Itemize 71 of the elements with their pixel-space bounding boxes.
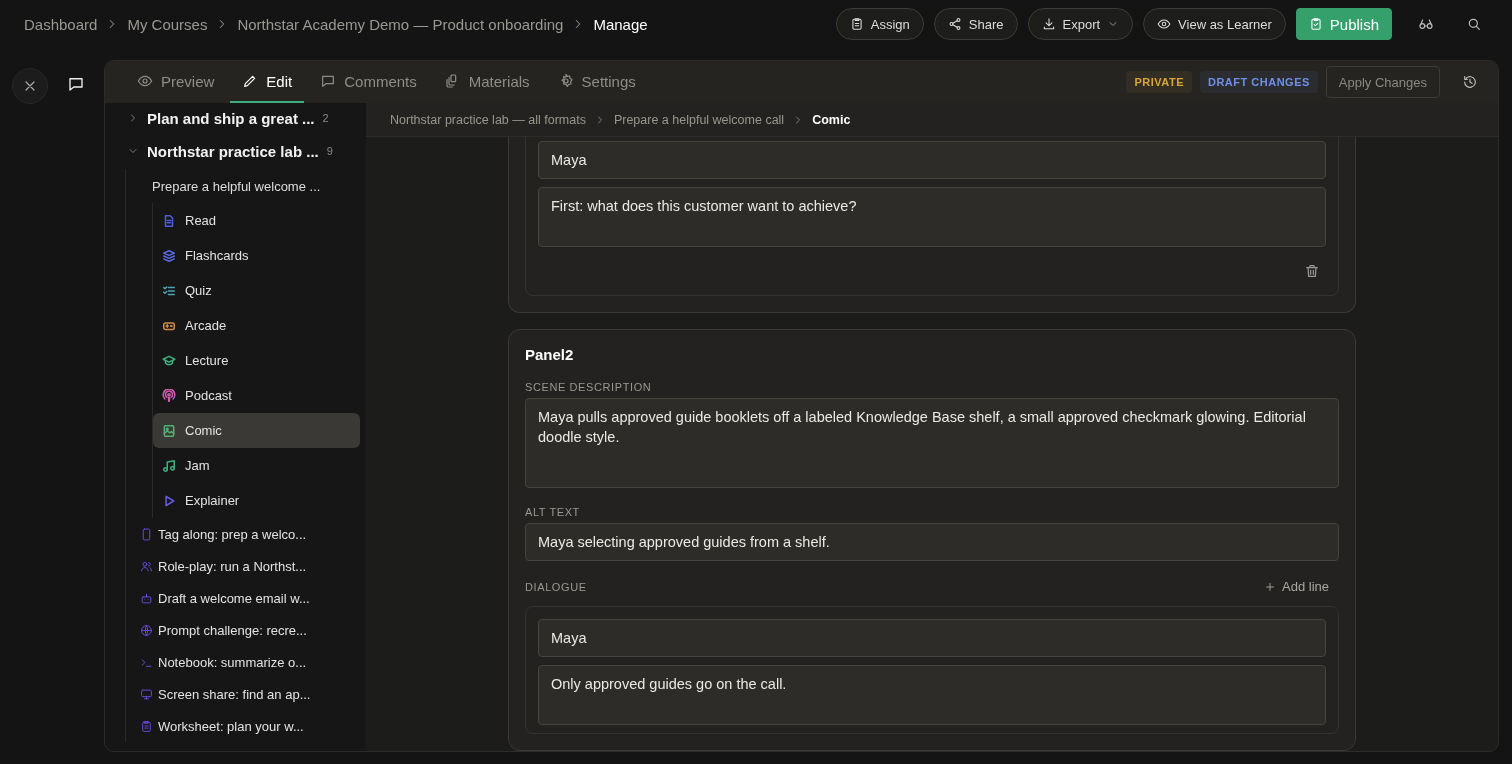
format-item[interactable]: Podcast <box>153 378 360 413</box>
breadcrumb-link[interactable]: My Courses <box>127 15 208 33</box>
format-item[interactable]: Read <box>153 203 360 238</box>
speech-bubble-icon <box>320 73 337 89</box>
item-count: 9 <box>326 145 333 157</box>
globe-icon <box>140 623 153 637</box>
format-item[interactable]: Flashcards <box>153 238 360 273</box>
clipboard-icon <box>140 719 153 733</box>
breadcrumb-link[interactable]: Prepare a helpful welcome call <box>613 112 785 127</box>
lesson-item[interactable]: Prepare a helpful welcome ... <box>140 169 360 203</box>
breadcrumb-link[interactable]: Comic <box>812 112 851 127</box>
tab[interactable]: Materials <box>432 61 542 103</box>
speaker-field[interactable]: Maya <box>538 619 1326 657</box>
tab[interactable]: Settings <box>545 61 648 103</box>
eye-icon <box>137 73 153 89</box>
share-icon <box>947 17 962 31</box>
share-button[interactable]: Share <box>933 8 1018 40</box>
speech-bubble-icon <box>67 75 85 93</box>
plus-icon <box>1264 580 1276 593</box>
breadcrumb-link[interactable]: Dashboard <box>24 15 98 33</box>
close-button[interactable] <box>12 68 48 104</box>
panel-title: Panel2 <box>525 346 575 363</box>
item-count: 2 <box>322 112 329 124</box>
format-item[interactable]: Lecture <box>153 343 360 378</box>
breadcrumb-link[interactable]: Manage <box>593 15 648 33</box>
activity-item[interactable]: Notebook: summarize o... <box>140 646 360 678</box>
robot-icon <box>140 591 153 605</box>
clipboard-check-icon <box>1308 17 1323 31</box>
search-icon <box>1466 16 1482 32</box>
view-button[interactable]: View as Learner <box>1143 8 1286 40</box>
format-item[interactable]: Comic <box>153 413 360 448</box>
activity-item[interactable]: Worksheet: plan your w... <box>140 710 360 742</box>
phone-icon <box>140 527 153 541</box>
text-area[interactable]: Maya pulls approved guide booklets off a labeled Knowledge Base shelf, a small approved checkmark glowing. Editorial doodle style. <box>525 398 1339 488</box>
breadcrumb-link[interactable]: Northstar Academy Demo — Product onboarding <box>237 15 564 33</box>
format-item[interactable]: Quiz <box>153 273 360 308</box>
glasses-icon <box>1418 16 1434 32</box>
section-title: Plan and ship a great ... <box>147 109 315 127</box>
add-line-button[interactable]: Add line <box>1254 579 1339 594</box>
assign-button[interactable]: Assign <box>835 8 924 40</box>
field-label: SCENE DESCRIPTION <box>525 381 653 393</box>
status-badge: DRAFT CHANGES <box>1200 71 1318 93</box>
activity-item[interactable]: Draft a welcome email w... <box>140 582 360 614</box>
format-item[interactable]: Arcade <box>153 308 360 343</box>
eye-icon <box>1157 17 1172 31</box>
breadcrumb-link[interactable]: Northstar practice lab — all formats <box>390 112 586 127</box>
download-icon <box>1041 17 1056 31</box>
format-item[interactable]: Jam <box>153 448 360 483</box>
people-icon <box>140 559 153 573</box>
tab[interactable]: Comments <box>308 61 429 103</box>
field-label: DIALOGUE <box>525 580 587 593</box>
field-label: ALT TEXT <box>525 506 581 518</box>
section-title: Northstar practice lab ... <box>147 142 319 160</box>
trash-icon <box>1304 263 1320 279</box>
activity-item[interactable]: Prompt challenge: recre... <box>140 614 360 646</box>
input-field[interactable]: Maya selecting approved guides from a shelf. <box>525 523 1339 561</box>
history-icon <box>1462 74 1478 90</box>
format-item[interactable]: Explainer <box>153 483 360 518</box>
outline-section[interactable]: Plan and ship a great ... 2 <box>127 103 360 133</box>
activity-item[interactable]: Screen share: find an ap... <box>140 678 360 710</box>
speaker-field[interactable]: Maya <box>538 141 1326 179</box>
export-button[interactable]: Export <box>1027 8 1134 40</box>
dialogue-line-field[interactable]: Only approved guides go on the call. <box>538 665 1326 725</box>
clipboard-icon <box>849 17 864 31</box>
activity-item[interactable]: Tag along: prep a welco... <box>140 518 360 550</box>
dialogue-line-field[interactable]: First: what does this customer want to achieve? <box>538 187 1326 247</box>
tab[interactable]: Preview <box>125 61 227 103</box>
monitor-icon <box>140 687 153 701</box>
status-badge: PRIVATE <box>1126 71 1192 93</box>
activity-item[interactable]: Role-play: run a Northst... <box>140 550 360 582</box>
outline-section[interactable]: Northstar practice lab ... 9 <box>127 133 360 169</box>
